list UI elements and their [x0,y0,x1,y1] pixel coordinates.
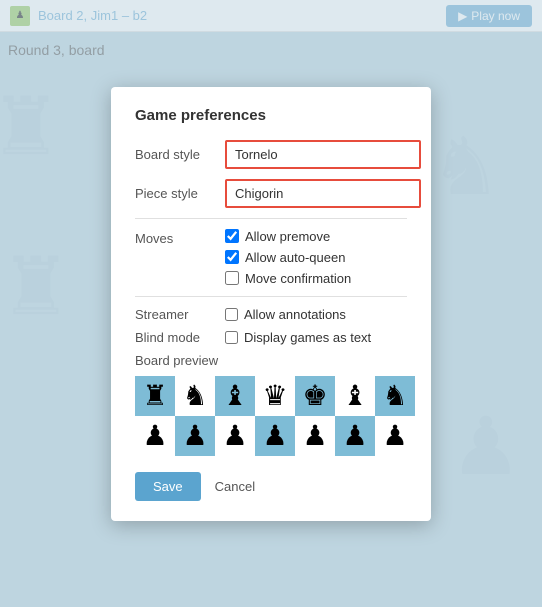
move-confirmation-checkbox[interactable] [225,271,239,285]
board-cell-5: ♝ [335,376,375,416]
piece-style-row: Piece style [135,179,407,208]
move-confirmation-label: Move confirmation [245,271,351,286]
board-cell-7: ♟ [135,416,175,456]
display-as-text-row[interactable]: Display games as text [225,330,371,345]
board-cell-10: ♟ [255,416,295,456]
allow-auto-queen-checkbox[interactable] [225,250,239,264]
save-button[interactable]: Save [135,472,201,501]
board-style-label: Board style [135,147,225,162]
allow-annotations-label: Allow annotations [244,307,346,322]
allow-premove-label: Allow premove [245,229,330,244]
modal-dialog: Game preferences Board style Piece style… [111,87,431,521]
modal-footer: Save Cancel [135,472,407,501]
moves-row: Moves Allow premove Allow auto-queen Mov… [135,229,407,286]
piece-style-label: Piece style [135,186,225,201]
board-preview: ♜♞♝♛♚♝♞♟♟♟♟♟♟♟ [135,376,415,456]
streamer-label: Streamer [135,307,225,322]
allow-annotations-row[interactable]: Allow annotations [225,307,346,322]
modal-overlay: Game preferences Board style Piece style… [0,0,542,607]
board-style-input[interactable] [225,140,421,169]
board-cell-2: ♝ [215,376,255,416]
move-confirmation-row[interactable]: Move confirmation [225,271,351,286]
board-cell-11: ♟ [295,416,335,456]
allow-annotations-checkbox[interactable] [225,308,238,321]
allow-premove-row[interactable]: Allow premove [225,229,351,244]
board-cell-12: ♟ [335,416,375,456]
allow-auto-queen-row[interactable]: Allow auto-queen [225,250,351,265]
board-cell-0: ♜ [135,376,175,416]
piece-style-input[interactable] [225,179,421,208]
moves-label: Moves [135,229,225,246]
streamer-row: Streamer Allow annotations [135,307,407,322]
blind-mode-row: Blind mode Display games as text [135,330,407,345]
divider-1 [135,218,407,219]
board-cell-13: ♟ [375,416,415,456]
allow-premove-checkbox[interactable] [225,229,239,243]
board-cell-3: ♛ [255,376,295,416]
board-cell-8: ♟ [175,416,215,456]
board-cell-6: ♞ [375,376,415,416]
board-cell-1: ♞ [175,376,215,416]
board-style-row: Board style [135,140,407,169]
board-cell-9: ♟ [215,416,255,456]
display-as-text-checkbox[interactable] [225,331,238,344]
display-as-text-label: Display games as text [244,330,371,345]
allow-auto-queen-label: Allow auto-queen [245,250,345,265]
board-preview-title: Board preview [135,353,407,368]
blind-mode-label: Blind mode [135,330,225,345]
cancel-button[interactable]: Cancel [211,472,259,501]
moves-options: Allow premove Allow auto-queen Move conf… [225,229,351,286]
modal-title: Game preferences [135,107,407,124]
board-cell-4: ♚ [295,376,335,416]
divider-2 [135,296,407,297]
